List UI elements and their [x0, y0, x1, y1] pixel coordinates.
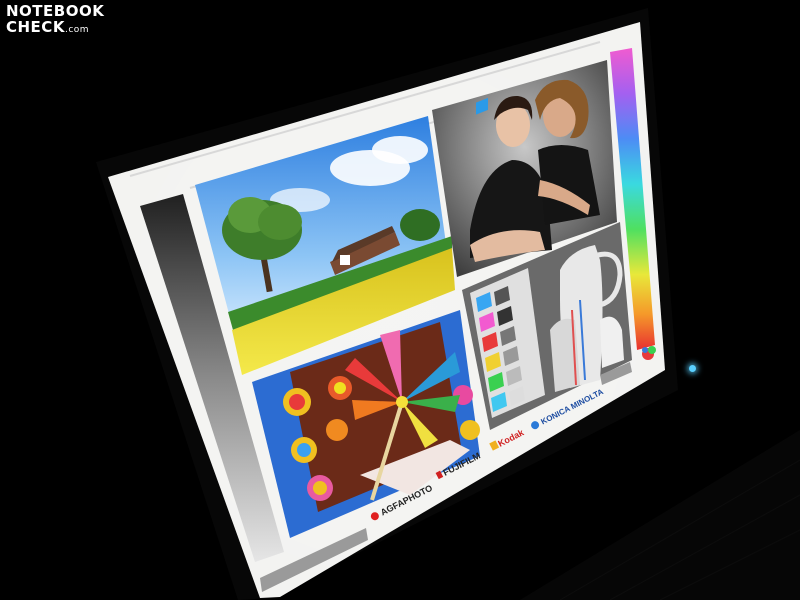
watermark-line1: NOTEBOOK	[6, 2, 105, 20]
laptop-display-photo: AGFAPHOTO FUJIFILM Kodak KONICA MINOLTA	[96, 8, 800, 600]
watermark-line2: CHECK	[6, 18, 65, 36]
power-led-icon	[689, 365, 696, 372]
watermark-line3: .com	[64, 25, 90, 35]
keyboard-area	[520, 430, 800, 600]
notebookcheck-watermark: NOTEBOOK CHECK.com	[6, 4, 104, 38]
